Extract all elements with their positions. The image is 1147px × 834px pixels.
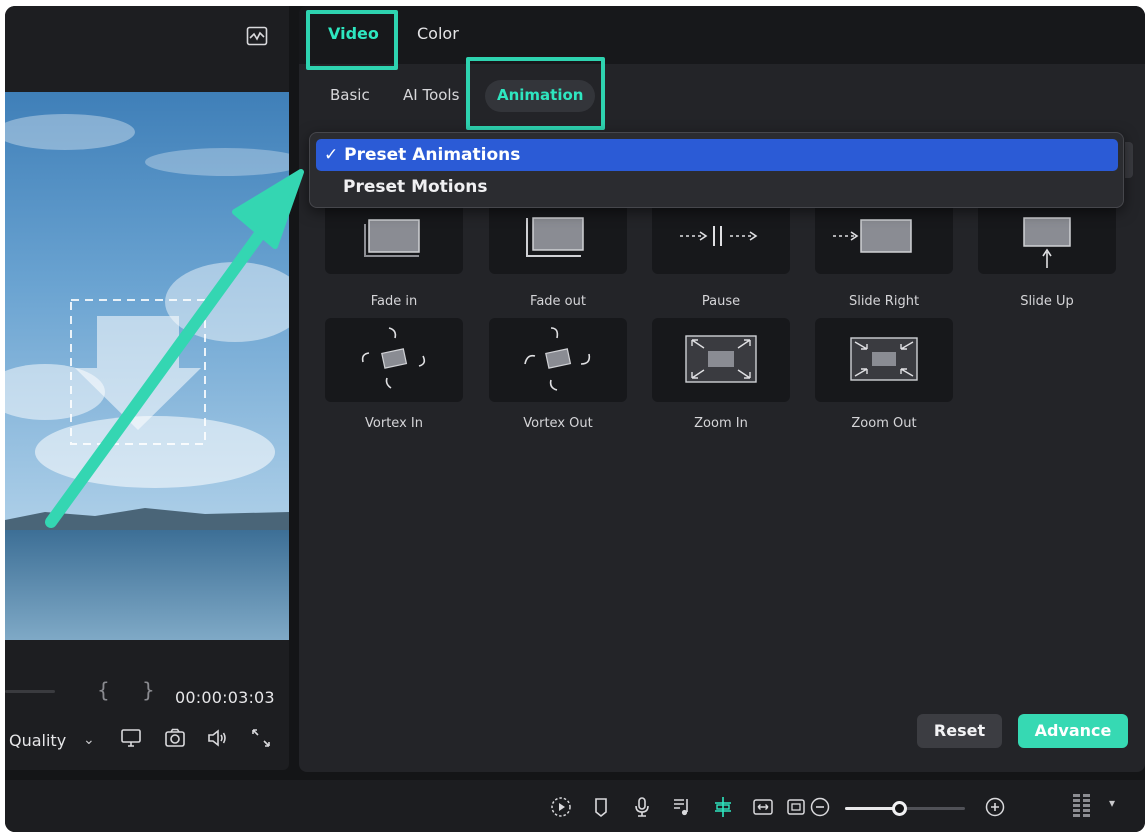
dropdown-trigger[interactable] bbox=[1125, 142, 1133, 178]
chevron-down-icon[interactable]: ⌄ bbox=[83, 731, 95, 748]
animation-label: Pause bbox=[701, 294, 741, 309]
layout-grid-icon[interactable] bbox=[1071, 792, 1093, 822]
advance-button[interactable]: Advance bbox=[1018, 714, 1128, 748]
animation-thumb[interactable] bbox=[325, 318, 463, 402]
vortex-out-icon bbox=[524, 327, 591, 391]
snap-icon[interactable] bbox=[711, 795, 735, 819]
animation-label: Fade out bbox=[530, 294, 586, 309]
video-preview[interactable] bbox=[5, 92, 289, 640]
animation-label: Vortex Out bbox=[523, 416, 593, 431]
timecode-display: 00:00:03:03 bbox=[175, 688, 275, 707]
dropdown-item-preset-animations[interactable]: ✓ Preset Animations bbox=[316, 139, 1118, 171]
zoom-out-icon bbox=[850, 337, 918, 381]
zoom-slider[interactable] bbox=[845, 801, 965, 816]
frame-icon[interactable] bbox=[784, 795, 808, 819]
animation-thumb[interactable] bbox=[489, 318, 627, 402]
animation-label: Slide Up bbox=[1020, 294, 1074, 309]
player-panel: { } 00:00:03:03 Quality ⌄ bbox=[5, 6, 289, 770]
render-preview-icon[interactable] bbox=[549, 795, 573, 819]
vortex-in-icon bbox=[361, 327, 426, 389]
tab-color[interactable]: Color bbox=[417, 24, 459, 43]
audio-track-icon[interactable] bbox=[670, 795, 694, 819]
subtab-basic[interactable]: Basic bbox=[330, 86, 370, 104]
layout-dropdown-chevron[interactable]: ▾ bbox=[1109, 796, 1115, 810]
zoom-in-icon bbox=[685, 335, 757, 383]
zoom-plus-icon[interactable] bbox=[983, 795, 1007, 819]
fullscreen-icon[interactable] bbox=[249, 726, 273, 750]
zoom-minus-icon[interactable] bbox=[808, 795, 832, 819]
property-panel: Video Color Basic AI Tools Animation ✓ P… bbox=[299, 6, 1145, 772]
animation-label: Slide Right bbox=[848, 294, 920, 309]
tab-video[interactable]: Video bbox=[328, 24, 379, 43]
playback-scrubber[interactable] bbox=[5, 690, 55, 693]
scope-icon[interactable] bbox=[246, 26, 268, 46]
animation-thumb[interactable] bbox=[815, 318, 953, 402]
animation-label: Vortex In bbox=[365, 416, 423, 431]
snapshot-icon[interactable] bbox=[163, 726, 187, 750]
subtab-animation[interactable]: Animation bbox=[485, 80, 596, 112]
fit-icon[interactable] bbox=[751, 795, 775, 819]
player-header bbox=[5, 6, 289, 92]
animation-label: Zoom Out bbox=[851, 416, 917, 431]
reset-button[interactable]: Reset bbox=[917, 714, 1002, 748]
timeline-toolbar: ▾ bbox=[5, 780, 1145, 832]
display-icon[interactable] bbox=[119, 726, 143, 750]
preset-type-dropdown: ✓ Preset Animations Preset Motions bbox=[309, 132, 1124, 208]
animation-thumb[interactable] bbox=[652, 318, 790, 402]
animation-label: Fade in bbox=[370, 294, 418, 309]
quality-dropdown[interactable]: Quality bbox=[9, 731, 66, 750]
subtab-ai-tools[interactable]: AI Tools bbox=[403, 86, 459, 104]
dropdown-item-preset-motions[interactable]: Preset Motions bbox=[316, 171, 1118, 203]
zoom-slider-fill bbox=[845, 807, 899, 810]
volume-icon[interactable] bbox=[205, 726, 229, 750]
animation-label: Zoom In bbox=[694, 416, 748, 431]
mark-out-button[interactable]: } bbox=[142, 678, 155, 702]
editor-window: { } 00:00:03:03 Quality ⌄ Video Color Ba… bbox=[5, 6, 1145, 832]
mark-in-button[interactable]: { bbox=[97, 678, 110, 702]
microphone-icon[interactable] bbox=[630, 795, 654, 819]
zoom-slider-handle[interactable] bbox=[892, 801, 907, 816]
marker-icon[interactable] bbox=[589, 795, 613, 819]
